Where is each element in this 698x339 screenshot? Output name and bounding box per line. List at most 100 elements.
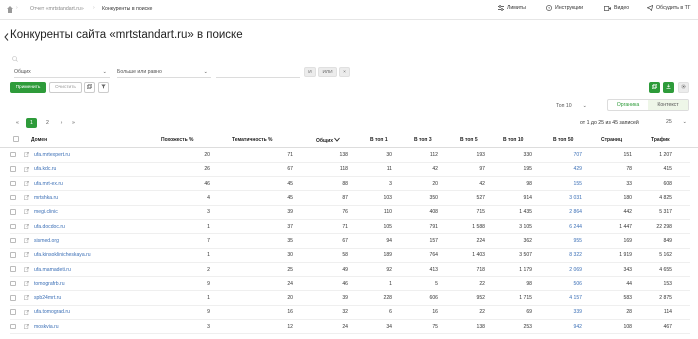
top-select[interactable]: Топ 10 ⌄ [556, 100, 590, 111]
cell-top50[interactable]: 8 322 [532, 248, 582, 262]
external-link-icon[interactable] [24, 180, 29, 186]
external-link-icon[interactable] [24, 309, 29, 315]
table-row[interactable]: ufa.mrtexpert.ru 20 71 138 30 112 193 330 707 151… [10, 148, 690, 163]
telegram-button[interactable]: Обсудить в ТГ [647, 5, 691, 11]
cell-domain[interactable]: ufa.kinsoklinicheskaya.ru [34, 248, 134, 262]
apply-button[interactable]: Применить [10, 82, 46, 93]
per-page-select[interactable]: 25 ⌄ [666, 116, 690, 127]
external-link-icon[interactable] [24, 266, 29, 272]
table-row[interactable]: ufa.mamadeti.ru 2 25 49 92 413 718 1 179 2 069 34… [10, 262, 690, 277]
back-arrow-icon[interactable] [3, 32, 9, 41]
pagination-first[interactable]: « [12, 118, 23, 128]
table-row[interactable]: ufa.docdoc.ru 1 37 71 105 791 1 588 3 105 6 244 1… [10, 219, 690, 234]
row-checkbox[interactable] [10, 295, 16, 301]
cell-top50[interactable]: 4 157 [532, 291, 582, 305]
external-link-icon[interactable] [24, 166, 29, 172]
and-button[interactable]: И [304, 67, 316, 77]
cell-domain[interactable]: sismed.org [34, 234, 134, 248]
chevron-down-icon: ⌄ [102, 69, 107, 75]
row-checkbox[interactable] [10, 252, 16, 258]
remove-filter-button[interactable]: × [339, 67, 350, 77]
cell-top50[interactable]: 2 864 [532, 205, 582, 219]
row-checkbox[interactable] [10, 266, 16, 272]
row-checkbox[interactable] [10, 151, 16, 158]
row-padding-cell [672, 148, 690, 162]
row-checkbox-cell [10, 205, 24, 219]
cell-top50[interactable]: 6 244 [532, 219, 582, 233]
external-link-icon[interactable] [24, 223, 29, 229]
row-checkbox[interactable] [10, 180, 16, 187]
table-row[interactable]: sismed.org 7 35 67 94 157 224 362 955 169 849 [10, 234, 690, 249]
pagination-next[interactable]: › [56, 118, 67, 128]
cell-domain[interactable]: ufa.docdoc.ru [34, 219, 134, 233]
cell-domain[interactable]: megi.clinic [34, 205, 134, 219]
row-checkbox[interactable] [10, 280, 16, 287]
copy-filter-button[interactable] [84, 82, 95, 93]
cell-domain[interactable]: mrtshka.ru [34, 191, 134, 205]
row-checkbox[interactable] [10, 237, 16, 244]
row-checkbox[interactable] [10, 323, 16, 330]
cell-domain[interactable]: ufa.mrt-ex.ru [34, 177, 134, 191]
cell-domain[interactable]: spb24mrt.ru [34, 291, 134, 305]
table-row[interactable]: ufa.mrt-ex.ru 46 45 88 3 20 42 98 155 33 608 [10, 177, 690, 191]
instructions-button[interactable]: ? Инструкции [546, 5, 583, 11]
cell-top50[interactable]: 707 [532, 148, 583, 162]
table-row[interactable]: moskvia.ru 3 12 24 34 75 138 253 942 108 467 [10, 320, 690, 334]
row-checkbox[interactable] [10, 194, 16, 201]
cell-common: 87 [342, 195, 348, 202]
download-button[interactable] [663, 82, 674, 93]
cell-domain[interactable]: tomografrb.ru [34, 277, 134, 291]
cell-top50[interactable]: 942 [532, 320, 583, 334]
external-link-icon[interactable] [24, 238, 29, 244]
toggle-organic[interactable]: Органика [608, 100, 648, 110]
cell-top50[interactable]: 506 [532, 277, 583, 291]
toggle-context[interactable]: Контекст [648, 100, 688, 110]
or-button[interactable]: ИЛИ [318, 67, 337, 77]
cell-top50[interactable]: 2 069 [532, 262, 582, 276]
table-row[interactable]: megi.clinic 3 39 76 110 408 715 1 435 2 864 442 5 … [10, 205, 690, 220]
row-checkbox[interactable] [10, 309, 16, 315]
filter-condition-select[interactable]: Больше или равно ⌄ [117, 67, 211, 78]
cell-domain[interactable]: ufa.mrtexpert.ru [34, 148, 134, 162]
select-all-checkbox[interactable] [13, 136, 19, 142]
cell-domain[interactable]: moskvia.ru [34, 320, 134, 334]
cell-domain[interactable]: ufa.kdc.ru [34, 162, 134, 176]
filter-field-select[interactable]: Общих ⌄ [14, 67, 110, 78]
row-padding-cell [672, 191, 690, 205]
pagination-page[interactable]: 1 [26, 118, 37, 128]
cell-top50[interactable]: 429 [532, 162, 583, 176]
cell-domain[interactable]: ufa.mamadeti.ru [34, 262, 134, 276]
row-checkbox[interactable] [10, 223, 16, 230]
external-link-icon[interactable] [24, 281, 29, 286]
home-icon[interactable] [7, 5, 13, 14]
pagination-last[interactable]: » [68, 118, 79, 128]
external-link-icon[interactable] [24, 295, 29, 301]
table-row[interactable]: spb24mrt.ru 1 20 39 228 606 952 1 715 4 157 583 2 … [10, 291, 690, 306]
filter-value-input[interactable] [216, 67, 300, 78]
cell-top50[interactable]: 3 031 [532, 191, 582, 205]
cell-top50[interactable]: 339 [532, 305, 583, 319]
clear-button[interactable]: Очистить [49, 82, 82, 93]
table-row[interactable]: ufa.kinsoklinicheskaya.ru 1 30 58 189 764 1 40… [10, 248, 690, 263]
breadcrumb-report[interactable]: Отчет «mrtstandart.ru» [30, 6, 84, 12]
funnel-button[interactable] [98, 82, 109, 93]
copy-table-button[interactable] [649, 82, 660, 93]
cell-top50[interactable]: 955 [532, 234, 583, 248]
external-link-icon[interactable] [24, 209, 29, 215]
settings-button[interactable] [678, 82, 689, 93]
external-link-icon[interactable] [24, 152, 29, 157]
external-link-icon[interactable] [24, 323, 29, 329]
row-checkbox[interactable] [10, 166, 16, 172]
external-link-icon[interactable] [24, 252, 29, 258]
cell-domain[interactable]: ufa.tomograd.ru [34, 305, 134, 319]
row-checkbox[interactable] [10, 209, 16, 215]
pagination-page[interactable]: 2 [42, 118, 53, 128]
table-row[interactable]: mrtshka.ru 4 45 87 103 350 527 914 3 031 180 4 825 [10, 191, 690, 206]
external-link-icon[interactable] [24, 195, 29, 201]
video-button[interactable]: Видео [604, 5, 629, 11]
table-row[interactable]: ufa.tomograd.ru 9 16 32 6 16 22 69 339 28 114 [10, 305, 690, 320]
table-row[interactable]: tomografrb.ru 9 24 46 1 5 22 98 506 44 153 [10, 277, 690, 291]
limits-button[interactable]: Лимиты [498, 5, 526, 11]
table-row[interactable]: ufa.kdc.ru 26 67 118 11 42 97 195 429 78 415 [10, 162, 690, 177]
cell-top50[interactable]: 155 [532, 177, 583, 191]
